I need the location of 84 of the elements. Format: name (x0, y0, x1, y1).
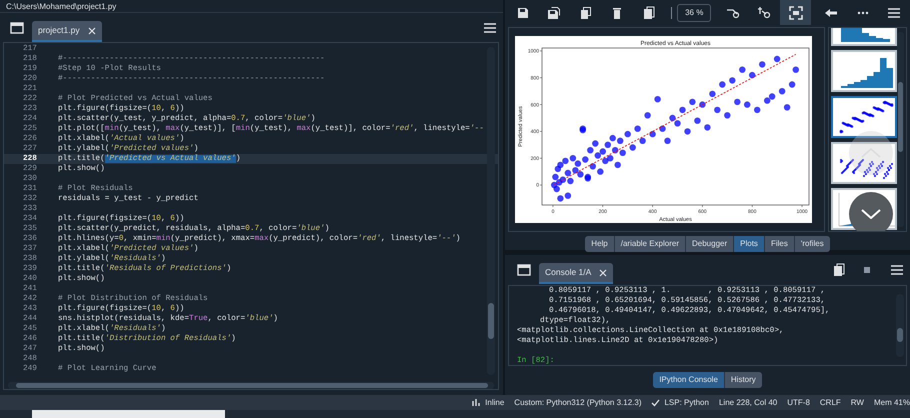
data-point (709, 90, 716, 98)
data-point (754, 106, 760, 114)
pane-tab[interactable]: 'rofiles (794, 236, 830, 252)
file-tab[interactable]: Console 1/A (539, 263, 614, 284)
pane-tab[interactable]: IPython Console (653, 372, 725, 388)
data-point (774, 56, 780, 62)
pane-layout-icon[interactable] (10, 21, 24, 35)
pane-tab[interactable]: /ariable Explorer (614, 236, 686, 252)
data-point (734, 98, 740, 106)
copy-icon (578, 6, 593, 20)
data-point (684, 128, 691, 135)
pane-tab[interactable]: Files (764, 236, 795, 252)
scrollbar-thumb[interactable] (897, 328, 903, 342)
scrollbar[interactable] (487, 47, 495, 375)
scrollbar-thumb[interactable] (898, 82, 903, 152)
pane-tab[interactable]: Help (585, 236, 615, 252)
data-point (644, 112, 651, 118)
chevron-up-icon (861, 148, 881, 158)
data-point (649, 130, 656, 138)
plot-thumbnail[interactable] (831, 96, 897, 138)
file-path: C:\Users\Mohamed\project1.py (0, 0, 503, 13)
scrollbar-thumb[interactable] (488, 303, 494, 339)
fit-to-window-icon (788, 6, 803, 20)
data-point (694, 118, 701, 124)
data-point (759, 61, 766, 68)
scroll-up-button[interactable] (849, 131, 893, 175)
data-point (639, 138, 646, 144)
data-point (714, 106, 720, 114)
status-item: Mem 41% (874, 397, 910, 409)
data-point (792, 66, 799, 73)
plot-thumbnail[interactable] (831, 142, 897, 184)
status-item: Line 228, Col 40 (718, 397, 778, 409)
pane-tab[interactable]: Plots (734, 236, 765, 252)
status-item: Custom: Python312 (Python 3.12.3) (514, 397, 642, 409)
stop-icon[interactable] (862, 265, 872, 275)
data-point (719, 81, 726, 88)
scrollbar[interactable] (8, 382, 494, 389)
data-point (664, 138, 671, 144)
pane-layout-icon[interactable] (517, 263, 531, 277)
data-point (689, 98, 696, 106)
check-icon (651, 398, 660, 407)
scrollbar[interactable] (897, 32, 904, 227)
data-point (654, 96, 661, 102)
data-point (784, 104, 790, 110)
data-point (724, 112, 730, 118)
close-icon[interactable] (88, 26, 96, 34)
data-point (630, 144, 636, 151)
status-item: UTF-8 (787, 397, 810, 409)
console-output[interactable] (508, 285, 907, 366)
data-point (749, 72, 756, 78)
status-item: RW (850, 397, 864, 409)
pane-tab[interactable]: Debugger (686, 236, 734, 252)
data-point (739, 66, 746, 73)
data-point (699, 101, 706, 108)
data-point (704, 124, 711, 131)
data-point (778, 88, 786, 94)
menu-icon[interactable] (483, 21, 497, 35)
status-item: LSP: Python (664, 397, 709, 409)
chart-icon (472, 398, 482, 407)
plot-thumbnail[interactable] (831, 50, 897, 92)
status-item: CRLF (820, 397, 841, 409)
save-icon (516, 6, 530, 20)
close-icon[interactable] (599, 268, 608, 276)
status-item: Inline (485, 397, 504, 409)
scrollbar-thumb[interactable] (16, 383, 488, 388)
menu-icon (887, 6, 902, 20)
code-editor[interactable] (3, 42, 499, 390)
scrollbar[interactable] (896, 294, 904, 357)
data-point (729, 77, 736, 84)
save-all-icon (547, 6, 562, 20)
zoom-in-icon (757, 6, 772, 20)
menu-icon[interactable] (890, 263, 904, 277)
data-point (744, 101, 750, 108)
zoom-field[interactable]: 36 % (677, 4, 711, 22)
pane-tab[interactable]: History (724, 372, 762, 388)
fit-to-window-button[interactable] (780, 0, 812, 25)
pages-icon[interactable] (832, 263, 846, 277)
chevron-down-icon (861, 209, 881, 219)
data-point (679, 106, 686, 114)
data-point (659, 126, 666, 132)
data-point (788, 81, 796, 88)
data-point (634, 126, 641, 132)
pages-icon (642, 6, 656, 20)
file-tab[interactable]: project1.py (32, 21, 102, 42)
